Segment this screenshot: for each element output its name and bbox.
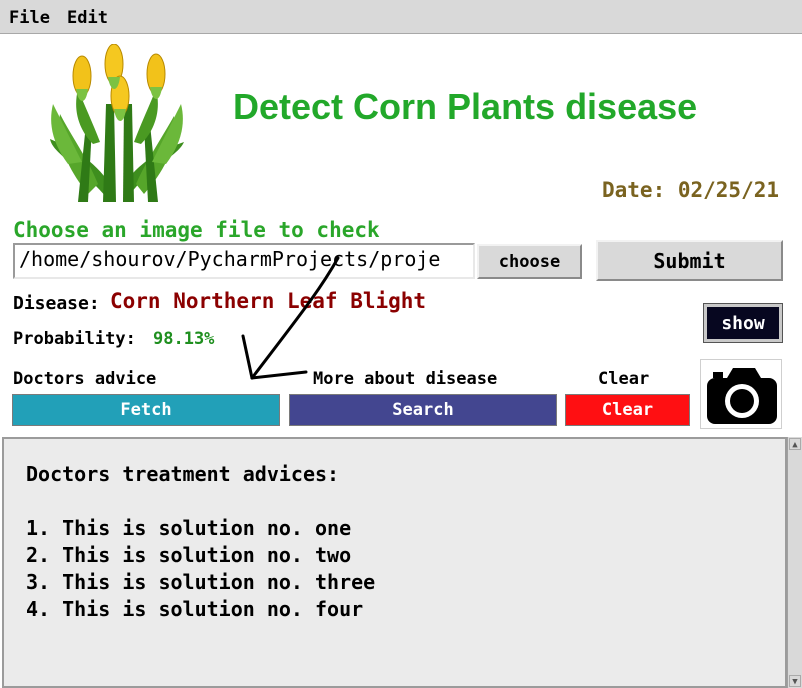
menu-bar: File Edit (0, 0, 802, 34)
search-button[interactable]: Search (289, 394, 557, 426)
date-display: Date: 02/25/21 (602, 178, 779, 202)
submit-button[interactable]: Submit (596, 240, 783, 281)
advice-item-1: 1. This is solution no. one (26, 516, 352, 540)
corn-plant-logo (50, 44, 184, 202)
fetch-button[interactable]: Fetch (12, 394, 280, 426)
choose-button[interactable]: choose (477, 244, 582, 279)
menu-edit[interactable]: Edit (67, 8, 108, 28)
advice-heading: Doctors treatment advices: (26, 462, 340, 486)
advice-item-2: 2. This is solution no. two (26, 543, 352, 567)
doctors-advice-label: Doctors advice (13, 369, 157, 389)
app-title: Detect Corn Plants disease (233, 86, 698, 127)
advice-item-3: 3. This is solution no. three (26, 570, 376, 594)
clear-caption-label: Clear (598, 369, 650, 389)
camera-icon (707, 368, 777, 424)
file-path-input[interactable]: /home/shourov/PycharmProjects/proje (13, 243, 475, 279)
advice-item-4: 4. This is solution no. four (26, 597, 364, 621)
camera-button[interactable] (700, 359, 782, 429)
clear-button[interactable]: Clear (565, 394, 690, 426)
scroll-down-icon[interactable]: ▼ (789, 675, 801, 687)
advice-text-area[interactable]: Doctors treatment advices: 1. This is so… (2, 437, 787, 688)
disease-value: Corn Northern Leaf Blight (110, 289, 427, 313)
scroll-up-icon[interactable]: ▲ (789, 438, 801, 450)
menu-file[interactable]: File (9, 8, 50, 28)
disease-label: Disease: (13, 293, 100, 314)
date-label: Date: (602, 178, 678, 202)
probability-value: 98.13% (153, 329, 215, 349)
more-about-disease-label: More about disease (313, 369, 498, 389)
choose-file-prompt: Choose an image file to check (13, 218, 380, 242)
probability-label: Probability: (13, 329, 136, 349)
advice-scrollbar[interactable]: ▲ ▼ (787, 437, 802, 688)
date-value: 02/25/21 (677, 178, 780, 202)
show-button[interactable]: show (703, 303, 783, 343)
